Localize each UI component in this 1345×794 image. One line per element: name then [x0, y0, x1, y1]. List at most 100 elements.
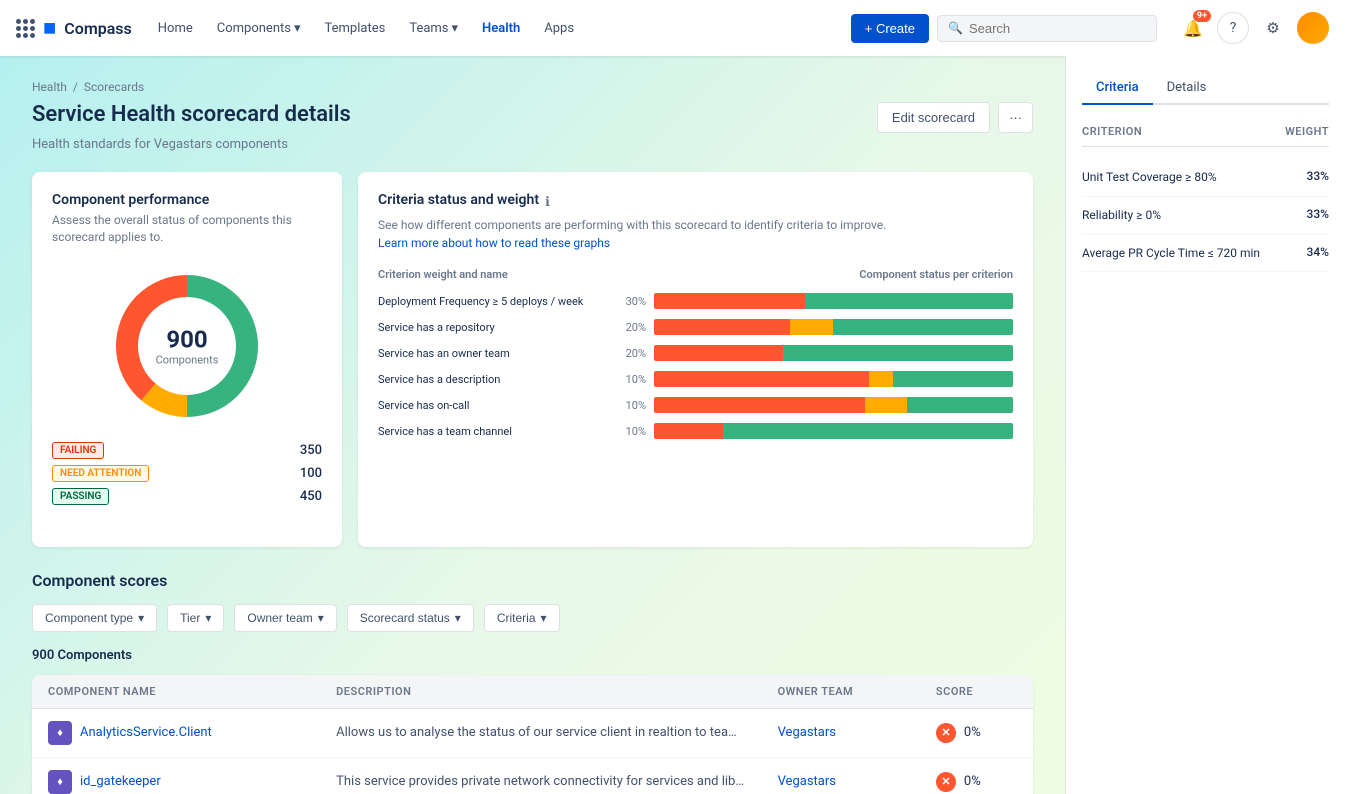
- bar-label-2: Service has an owner team: [378, 347, 608, 360]
- component-scores-section: Component scores Component type ▾ Tier ▾…: [32, 571, 1033, 794]
- filter-criteria[interactable]: Criteria ▾: [484, 604, 560, 632]
- nav-components[interactable]: Components ▾: [207, 15, 311, 42]
- chevron-down-icon: ▾: [138, 611, 144, 625]
- brand-name: Compass: [64, 19, 131, 38]
- bar-row-0: Deployment Frequency ≥ 5 deploys / week …: [378, 293, 1013, 309]
- bar-fail-4: [654, 397, 865, 413]
- attention-count: 100: [300, 466, 322, 481]
- header-actions: Edit scorecard ···: [877, 102, 1033, 133]
- donut-number: 900: [156, 325, 219, 353]
- chevron-down-icon: ▾: [294, 21, 301, 36]
- filter-component-type[interactable]: Component type ▾: [32, 604, 157, 632]
- attention-badge: NEED ATTENTION: [52, 465, 149, 482]
- criteria-title-row: Criteria status and weight ℹ: [378, 192, 1013, 212]
- navbar: ■ Compass Home Components ▾ Templates Te…: [0, 0, 1345, 56]
- right-panel: Criteria Details Criterion Weight Unit T…: [1065, 56, 1345, 794]
- tab-criteria[interactable]: Criteria: [1082, 72, 1153, 105]
- bar-label-4: Service has on-call: [378, 399, 608, 412]
- nav-teams[interactable]: Teams ▾: [399, 15, 468, 42]
- bar-warn-1: [790, 319, 833, 335]
- page-title: Service Health scorecard details: [32, 102, 351, 127]
- nav-health[interactable]: Health: [472, 15, 530, 42]
- filter-scorecard-status[interactable]: Scorecard status ▾: [347, 604, 474, 632]
- description-cell-0: Allows us to analyse the status of our s…: [320, 708, 761, 757]
- more-options-button[interactable]: ···: [998, 102, 1033, 133]
- help-button[interactable]: ?: [1217, 12, 1249, 44]
- component-link-0[interactable]: AnalyticsService.Client: [80, 725, 212, 740]
- brand[interactable]: ■ Compass: [43, 15, 132, 41]
- col-component-name: Component name: [32, 675, 320, 709]
- bar-row-3: Service has a description 10%: [378, 371, 1013, 387]
- tab-details[interactable]: Details: [1153, 72, 1221, 105]
- bar-pass-5: [723, 423, 1013, 439]
- notification-button[interactable]: 🔔 9+: [1177, 12, 1209, 44]
- criteria-card: Criteria status and weight ℹ See how dif…: [358, 172, 1033, 547]
- breadcrumb-health[interactable]: Health: [32, 80, 67, 94]
- notification-badge: 9+: [1193, 10, 1211, 22]
- filters-row: Component type ▾ Tier ▾ Owner team ▾ Sco…: [32, 604, 1033, 632]
- score-fail-icon-0: ✕: [936, 723, 956, 743]
- create-button[interactable]: + Create: [851, 14, 929, 43]
- edit-scorecard-button[interactable]: Edit scorecard: [877, 102, 990, 133]
- bar-chart: Deployment Frequency ≥ 5 deploys / week …: [378, 293, 1013, 439]
- chevron-down-icon: ▾: [318, 611, 324, 625]
- bar-fail-3: [654, 371, 869, 387]
- component-name-cell-0: ♦ AnalyticsService.Client: [48, 721, 304, 745]
- criteria-panel-rows: Unit Test Coverage ≥ 80% 33% Reliability…: [1082, 159, 1329, 272]
- filter-owner-team[interactable]: Owner team ▾: [234, 604, 336, 632]
- settings-button[interactable]: ⚙: [1257, 12, 1289, 44]
- table-header-row: Component name Description Owner team Sc…: [32, 675, 1033, 709]
- description-cell-1: This service provides private network co…: [320, 757, 761, 794]
- chevron-down-icon: ▾: [452, 21, 459, 36]
- criteria-title: Criteria status and weight: [378, 192, 539, 208]
- performance-title: Component performance: [52, 192, 322, 208]
- passing-badge: PASSING: [52, 488, 109, 505]
- col-score: Score: [920, 675, 1033, 709]
- failing-count: 350: [300, 443, 322, 458]
- nav-templates[interactable]: Templates: [315, 15, 396, 42]
- owner-team-0[interactable]: Vegastars: [778, 725, 836, 740]
- criteria-desc: See how different components are perform…: [378, 216, 1013, 252]
- criteria-link[interactable]: Learn more about how to read these graph…: [378, 236, 610, 250]
- user-avatar[interactable]: [1297, 12, 1329, 44]
- search-input[interactable]: [969, 21, 1146, 36]
- criterion-weight-1: 33%: [1307, 207, 1329, 221]
- filter-tier[interactable]: Tier ▾: [167, 604, 224, 632]
- legend-passing: PASSING 450: [52, 488, 322, 505]
- bar-track-5: [654, 423, 1013, 439]
- criterion-name-2: Average PR Cycle Time ≤ 720 min: [1082, 245, 1299, 262]
- owner-team-1[interactable]: Vegastars: [778, 774, 836, 789]
- bar-fail-1: [654, 319, 790, 335]
- section-title: Component scores: [32, 571, 1033, 590]
- panel-tabs: Criteria Details: [1082, 72, 1329, 105]
- bar-pct-2: 20%: [616, 347, 646, 360]
- info-icon: ℹ: [545, 195, 550, 210]
- bar-label-0: Deployment Frequency ≥ 5 deploys / week: [378, 295, 608, 308]
- grid-icon[interactable]: [16, 19, 35, 38]
- nav-apps[interactable]: Apps: [534, 15, 584, 42]
- cards-row: Component performance Assess the overall…: [32, 172, 1033, 547]
- criterion-name-0: Unit Test Coverage ≥ 80%: [1082, 169, 1299, 186]
- bar-track-1: [654, 319, 1013, 335]
- criterion-row-0: Unit Test Coverage ≥ 80% 33%: [1082, 159, 1329, 197]
- performance-subtitle: Assess the overall status of components …: [52, 212, 322, 246]
- criterion-name-1: Reliability ≥ 0%: [1082, 207, 1299, 224]
- bar-warn-3: [869, 371, 893, 387]
- legend: FAILING 350 NEED ATTENTION 100 PASSING 4…: [52, 442, 322, 511]
- breadcrumb-separator: /: [73, 80, 78, 94]
- bar-pct-1: 20%: [616, 321, 646, 334]
- bar-track-0: [654, 293, 1013, 309]
- bar-pass-3: [893, 371, 1013, 387]
- chevron-down-icon: ▾: [541, 611, 547, 625]
- component-link-1[interactable]: id_gatekeeper: [80, 774, 161, 789]
- search-box[interactable]: 🔍: [937, 15, 1157, 42]
- legend-failing: FAILING 350: [52, 442, 322, 459]
- nav-home[interactable]: Home: [148, 15, 203, 42]
- bar-row-4: Service has on-call 10%: [378, 397, 1013, 413]
- content-area: Health / Scorecards Service Health score…: [0, 56, 1065, 794]
- bar-track-2: [654, 345, 1013, 361]
- chart-col-right: Component status per criterion: [859, 268, 1013, 281]
- bar-label-3: Service has a description: [378, 373, 608, 386]
- score-cell-1: ✕ 0%: [936, 772, 1017, 792]
- settings-icon: ⚙: [1266, 19, 1279, 37]
